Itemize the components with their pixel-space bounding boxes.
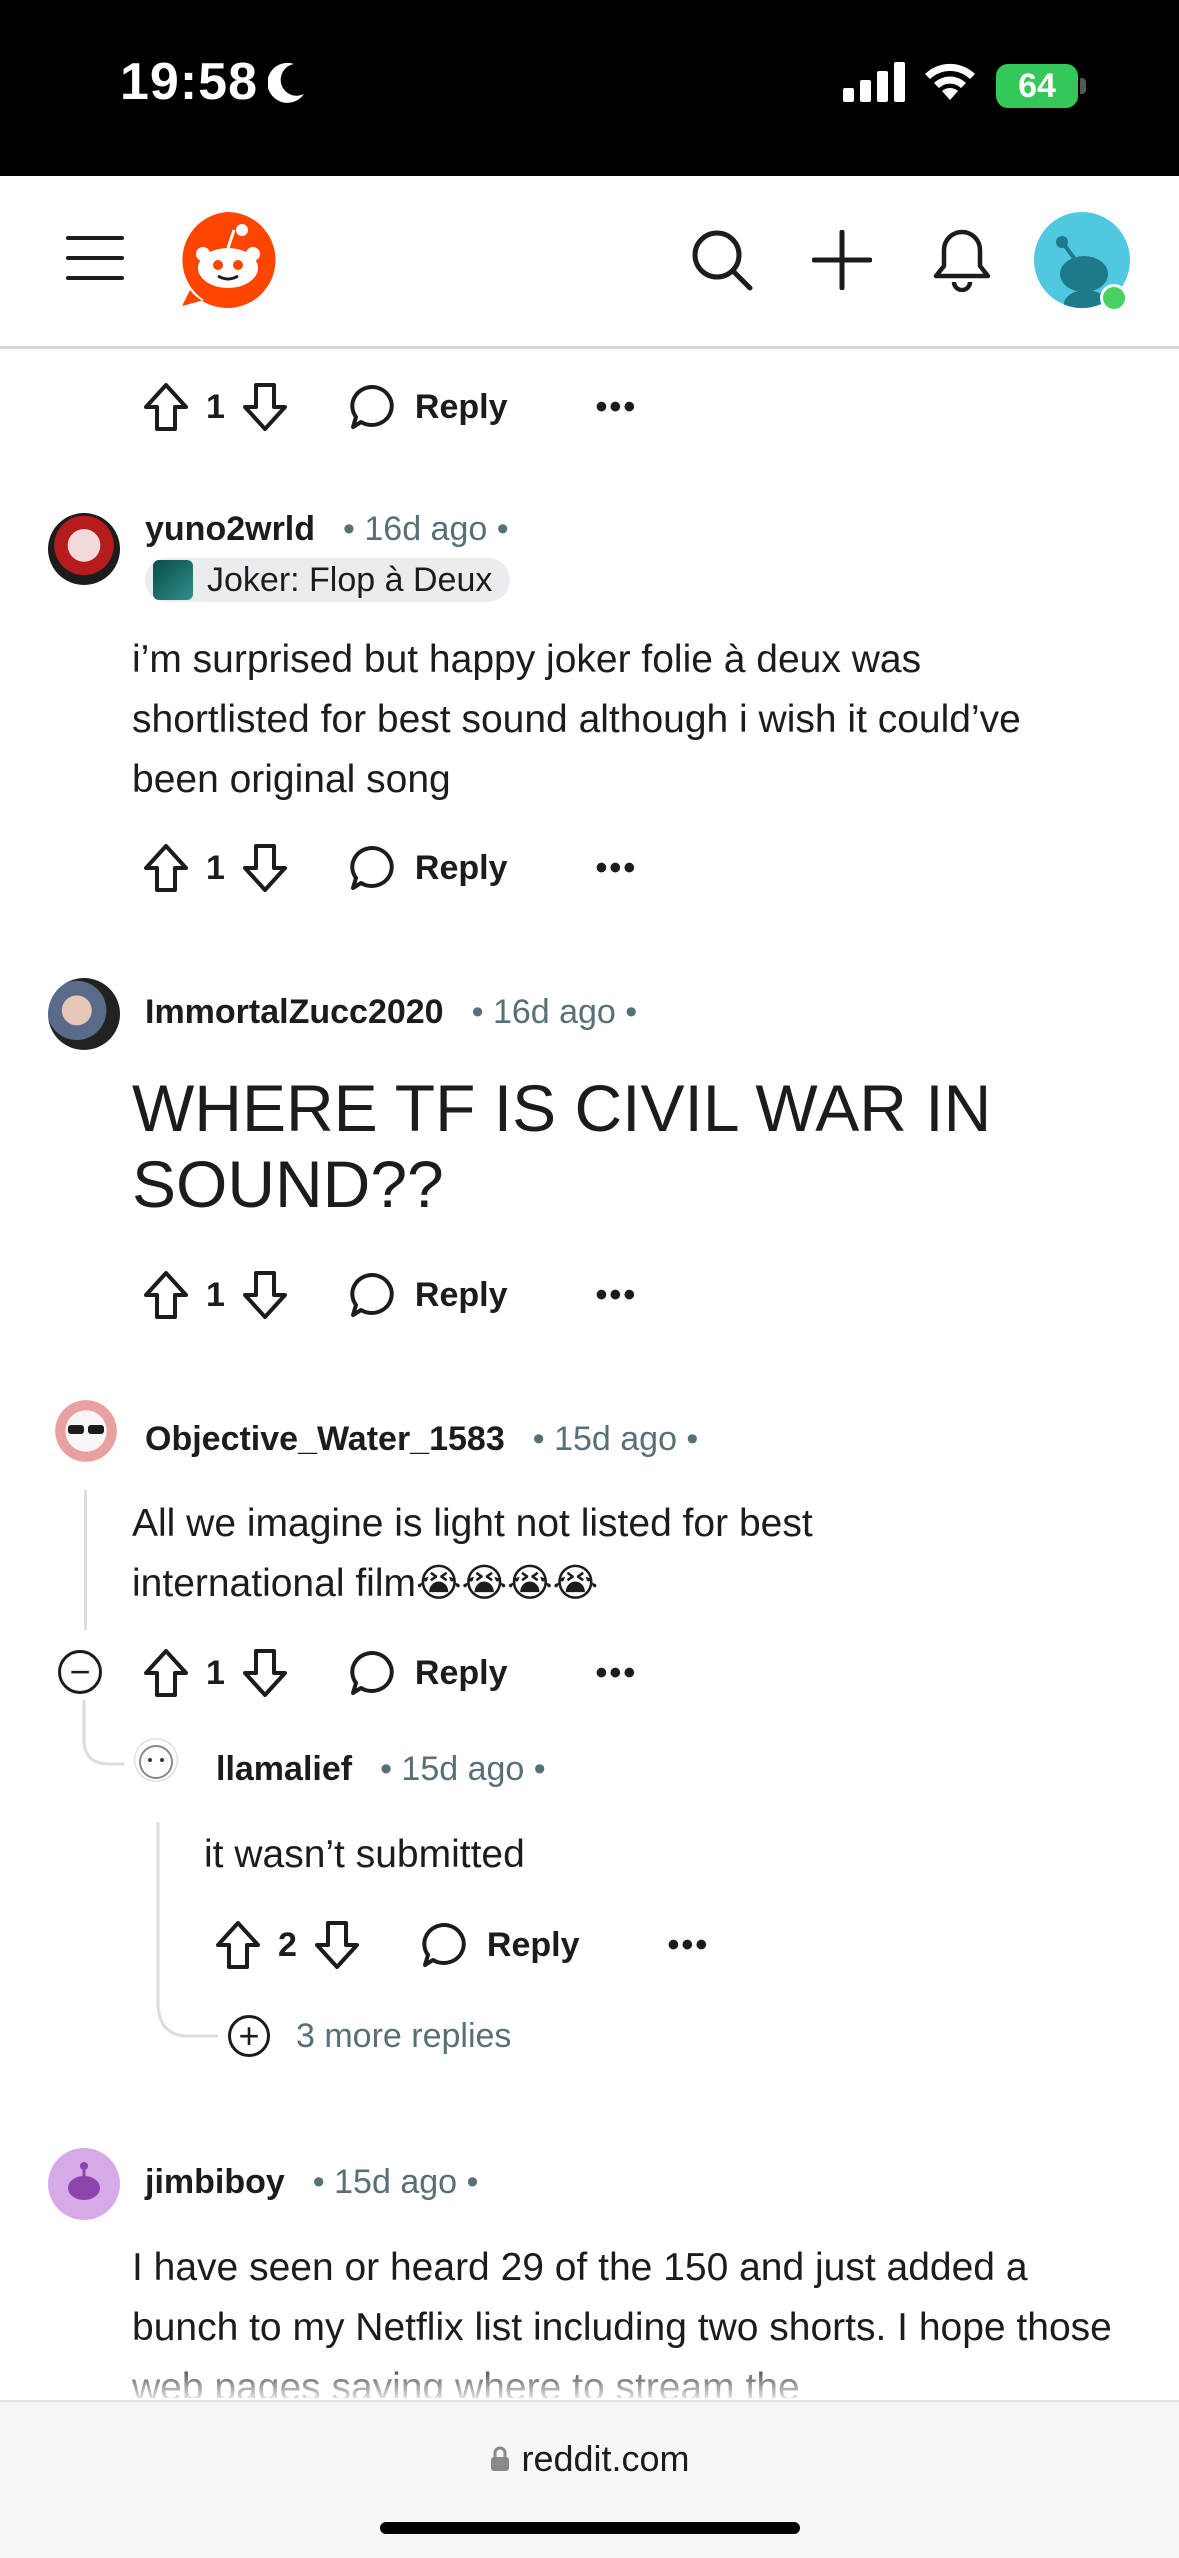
comment-body: All we imagine is light not listed for b…: [132, 1502, 813, 1605]
home-indicator[interactable]: [380, 2522, 800, 2534]
comment-timestamp: • 16d ago •: [471, 993, 638, 1031]
comment-header: yuno2wrld • 16d ago •: [145, 510, 509, 549]
battery-indicator: 64: [996, 64, 1078, 108]
user-avatar[interactable]: [124, 1728, 188, 1792]
comment-header: llamalief • 15d ago •: [216, 1750, 546, 1789]
battery-level: 64: [1018, 66, 1056, 105]
reply-label: Reply: [414, 1275, 508, 1314]
downvote-icon[interactable]: [241, 381, 289, 433]
comment-actions: 1 Reply •••: [142, 1265, 637, 1325]
downvote-icon[interactable]: [241, 1269, 289, 1321]
snoo-avatar-icon: [68, 2162, 100, 2200]
reply-bubble-icon: [350, 1650, 394, 1695]
username[interactable]: Objective_Water_1583: [145, 1420, 505, 1459]
bell-icon[interactable]: [932, 226, 992, 292]
signal-icon: [843, 62, 905, 102]
search-icon[interactable]: [690, 228, 754, 292]
reply-button[interactable]: Reply: [349, 844, 508, 892]
more-options-button[interactable]: •••: [596, 1656, 638, 1690]
user-avatar[interactable]: [48, 978, 120, 1050]
plus-icon[interactable]: [812, 230, 872, 290]
downvote-icon[interactable]: [313, 1919, 361, 1971]
more-options-button[interactable]: •••: [668, 1928, 710, 1962]
downvote-icon[interactable]: [241, 1647, 289, 1699]
wifi-icon: [925, 63, 975, 100]
comment-header: jimbiboy • 15d ago •: [145, 2163, 478, 2202]
reply-label: Reply: [414, 1653, 508, 1692]
comment-actions: 1 Reply •••: [142, 377, 637, 437]
scroll-fade: [0, 2360, 1179, 2400]
reply-button[interactable]: Reply: [421, 1921, 580, 1969]
reply-bubble-icon: [350, 845, 394, 890]
menu-icon[interactable]: [66, 234, 124, 282]
reply-bubble-icon: [350, 1272, 394, 1317]
online-status-dot: [1100, 284, 1128, 312]
more-options-button[interactable]: •••: [596, 1278, 638, 1312]
reply-bubble-icon: [350, 384, 394, 429]
comment-timestamp: • 16d ago •: [343, 510, 509, 548]
reply-button[interactable]: Reply: [349, 1649, 508, 1697]
reddit-logo-icon[interactable]: [178, 210, 278, 310]
vote-count: 1: [206, 1275, 225, 1314]
thread-connector: [156, 1822, 218, 2038]
vote-count: 2: [278, 1925, 297, 1964]
comment-actions: 1 Reply •••: [142, 1643, 637, 1703]
vote-count: 1: [206, 387, 225, 426]
comment-body: i’m surprised but happy joker folie à de…: [132, 638, 1021, 801]
sunglasses-icon: [68, 1425, 104, 1434]
comment-body: WHERE TF IS CIVIL WAR IN SOUND??: [132, 1071, 992, 1221]
collapse-thread-button[interactable]: −: [58, 1650, 102, 1694]
reply-bubble-icon: [422, 1922, 466, 1967]
flair-image: [153, 560, 193, 600]
top-navigation: [0, 176, 1179, 349]
comment-actions: 2 Reply •••: [214, 1915, 709, 1975]
upvote-icon[interactable]: [142, 381, 190, 433]
reply-label: Reply: [414, 387, 508, 426]
user-avatar[interactable]: [48, 2148, 120, 2220]
comment-actions: 1 Reply •••: [142, 838, 637, 898]
address-bar[interactable]: reddit.com: [0, 2438, 1179, 2480]
downvote-icon[interactable]: [241, 842, 289, 894]
more-options-button[interactable]: •••: [596, 390, 638, 424]
comment-timestamp: • 15d ago •: [380, 1750, 546, 1788]
upvote-icon[interactable]: [142, 1269, 190, 1321]
comment-header: Objective_Water_1583 • 15d ago •: [145, 1420, 698, 1459]
username[interactable]: jimbiboy: [145, 2163, 285, 2202]
thread-line: [84, 1490, 87, 1630]
plus-circle-icon: +: [228, 2015, 270, 2057]
reply-label: Reply: [486, 1925, 580, 1964]
reply-label: Reply: [414, 848, 508, 887]
user-avatar[interactable]: [48, 513, 120, 585]
username[interactable]: llamalief: [216, 1750, 352, 1789]
more-options-button[interactable]: •••: [596, 851, 638, 885]
comment-header: ImmortalZucc2020 • 16d ago •: [145, 993, 637, 1032]
upvote-icon[interactable]: [142, 842, 190, 894]
battery-tip: [1080, 78, 1086, 94]
lock-icon: [491, 2446, 510, 2471]
more-replies-label: 3 more replies: [296, 2016, 512, 2055]
comment-timestamp: • 15d ago •: [532, 1420, 699, 1458]
user-flair: Joker: Flop à Deux: [145, 558, 511, 602]
moon-icon: [268, 62, 304, 103]
reply-button[interactable]: Reply: [349, 1271, 508, 1319]
upvote-icon[interactable]: [142, 1647, 190, 1699]
vote-count: 1: [206, 1653, 225, 1692]
username[interactable]: yuno2wrld: [145, 510, 315, 549]
username[interactable]: ImmortalZucc2020: [145, 993, 444, 1032]
vote-count: 1: [206, 848, 225, 887]
comment-body: it wasn’t submitted: [204, 1833, 525, 1876]
user-avatar[interactable]: [50, 1395, 122, 1467]
comment-timestamp: • 15d ago •: [312, 2163, 479, 2201]
status-time: 19:58: [120, 53, 258, 111]
flair-text: Joker: Flop à Deux: [207, 560, 493, 599]
more-replies-button[interactable]: + 3 more replies: [228, 2015, 511, 2057]
status-bar: 19:58 64: [0, 0, 1179, 176]
reply-button[interactable]: Reply: [349, 383, 508, 431]
llama-face-icon: [139, 1745, 173, 1779]
browser-bottom-bar: reddit.com: [0, 2400, 1179, 2558]
url-text: reddit.com: [521, 2438, 690, 2479]
